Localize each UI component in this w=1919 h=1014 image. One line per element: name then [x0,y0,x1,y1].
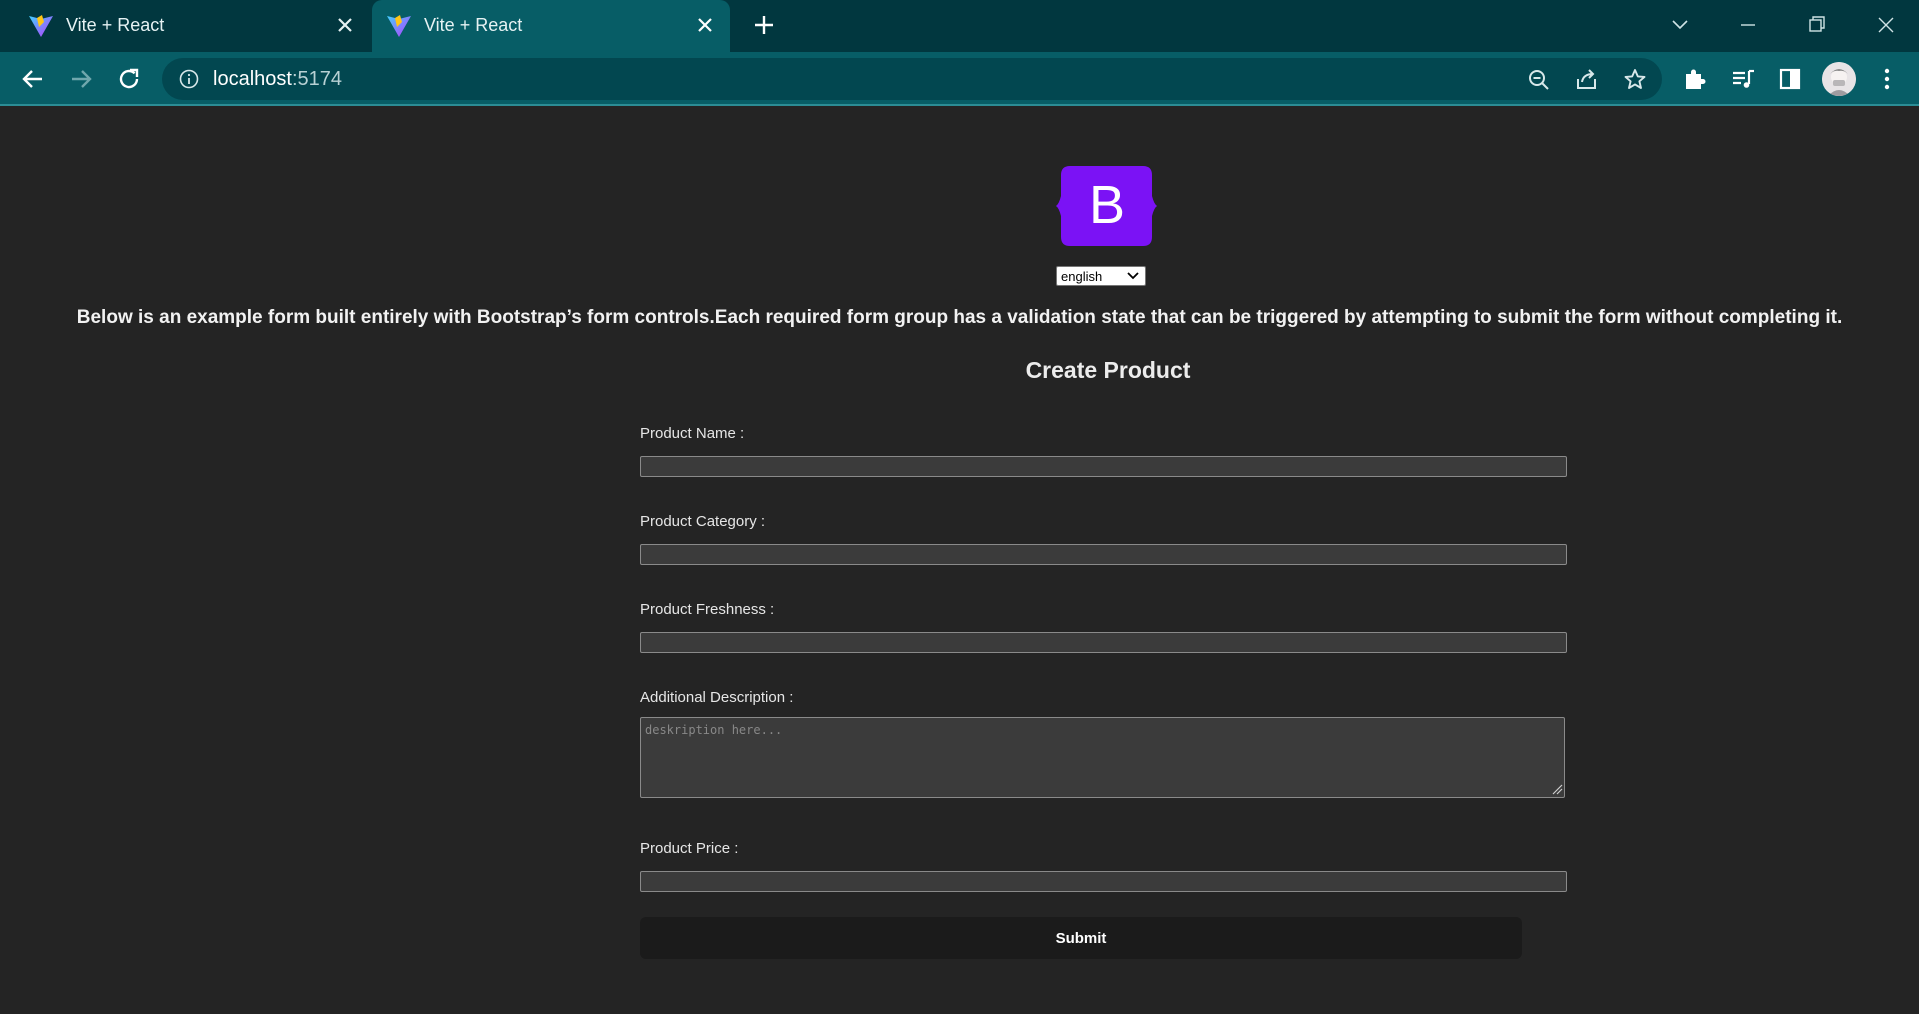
product-name-label: Product Name : [640,425,745,442]
product-category-input[interactable] [640,544,1567,565]
browser-tabstrip: Vite + React Vite + React [0,0,1919,52]
language-select[interactable]: english [1056,266,1146,286]
address-bar[interactable]: localhost:5174 [162,58,1662,100]
product-freshness-label: Product Freshness : [640,601,775,618]
bookmark-star-icon[interactable] [1622,67,1648,93]
restore-icon[interactable] [1802,10,1832,40]
side-panel-icon[interactable] [1776,65,1804,93]
resize-handle-icon[interactable] [1552,784,1563,795]
url-text: localhost:5174 [213,68,342,90]
zoom-out-icon[interactable] [1526,67,1552,93]
reading-list-icon[interactable] [1729,65,1757,93]
new-tab-plus-icon[interactable] [752,13,776,37]
product-category-label: Product Category : [640,513,766,530]
product-price-input[interactable] [640,871,1567,892]
close-icon[interactable] [694,14,716,36]
forward-arrow-icon[interactable] [67,65,95,93]
reload-icon[interactable] [115,65,143,93]
browser-tab-1[interactable]: Vite + React [0,0,370,52]
tab-title: Vite + React [424,15,523,35]
profile-avatar[interactable] [1822,62,1856,96]
additional-description-label: Additional Description : [640,689,794,706]
intro-text: Below is an example form built entirely … [76,307,1843,328]
form-title: Create Product [1025,357,1191,383]
extensions-puzzle-icon[interactable] [1681,65,1709,93]
close-icon[interactable] [334,14,356,36]
logo-letter: B [1089,175,1125,235]
product-name-input[interactable] [640,456,1567,477]
browser-tab-2[interactable]: Vite + React [372,0,730,52]
back-arrow-icon[interactable] [19,65,47,93]
browser-toolbar: localhost:5174 [0,52,1919,106]
minimize-icon[interactable] [1733,10,1763,40]
profile-avatar-icon [1822,62,1856,96]
page-content: B english Below is an example form built… [0,107,1919,1014]
bootstrap-logo-icon: B [1056,166,1157,246]
vite-favicon-icon [387,15,411,37]
submit-button[interactable]: Submit [640,917,1522,959]
product-price-label: Product Price : [640,840,739,857]
vite-favicon-icon [29,15,53,37]
description-textarea[interactable] [640,717,1565,798]
tab-title: Vite + React [66,15,165,35]
share-icon[interactable] [1574,67,1600,93]
browser-menu-icon[interactable] [1873,65,1901,93]
product-freshness-input[interactable] [640,632,1567,653]
tab-search-chevron-icon[interactable] [1665,10,1695,40]
window-close-icon[interactable] [1871,10,1901,40]
site-info-icon[interactable] [178,68,200,90]
